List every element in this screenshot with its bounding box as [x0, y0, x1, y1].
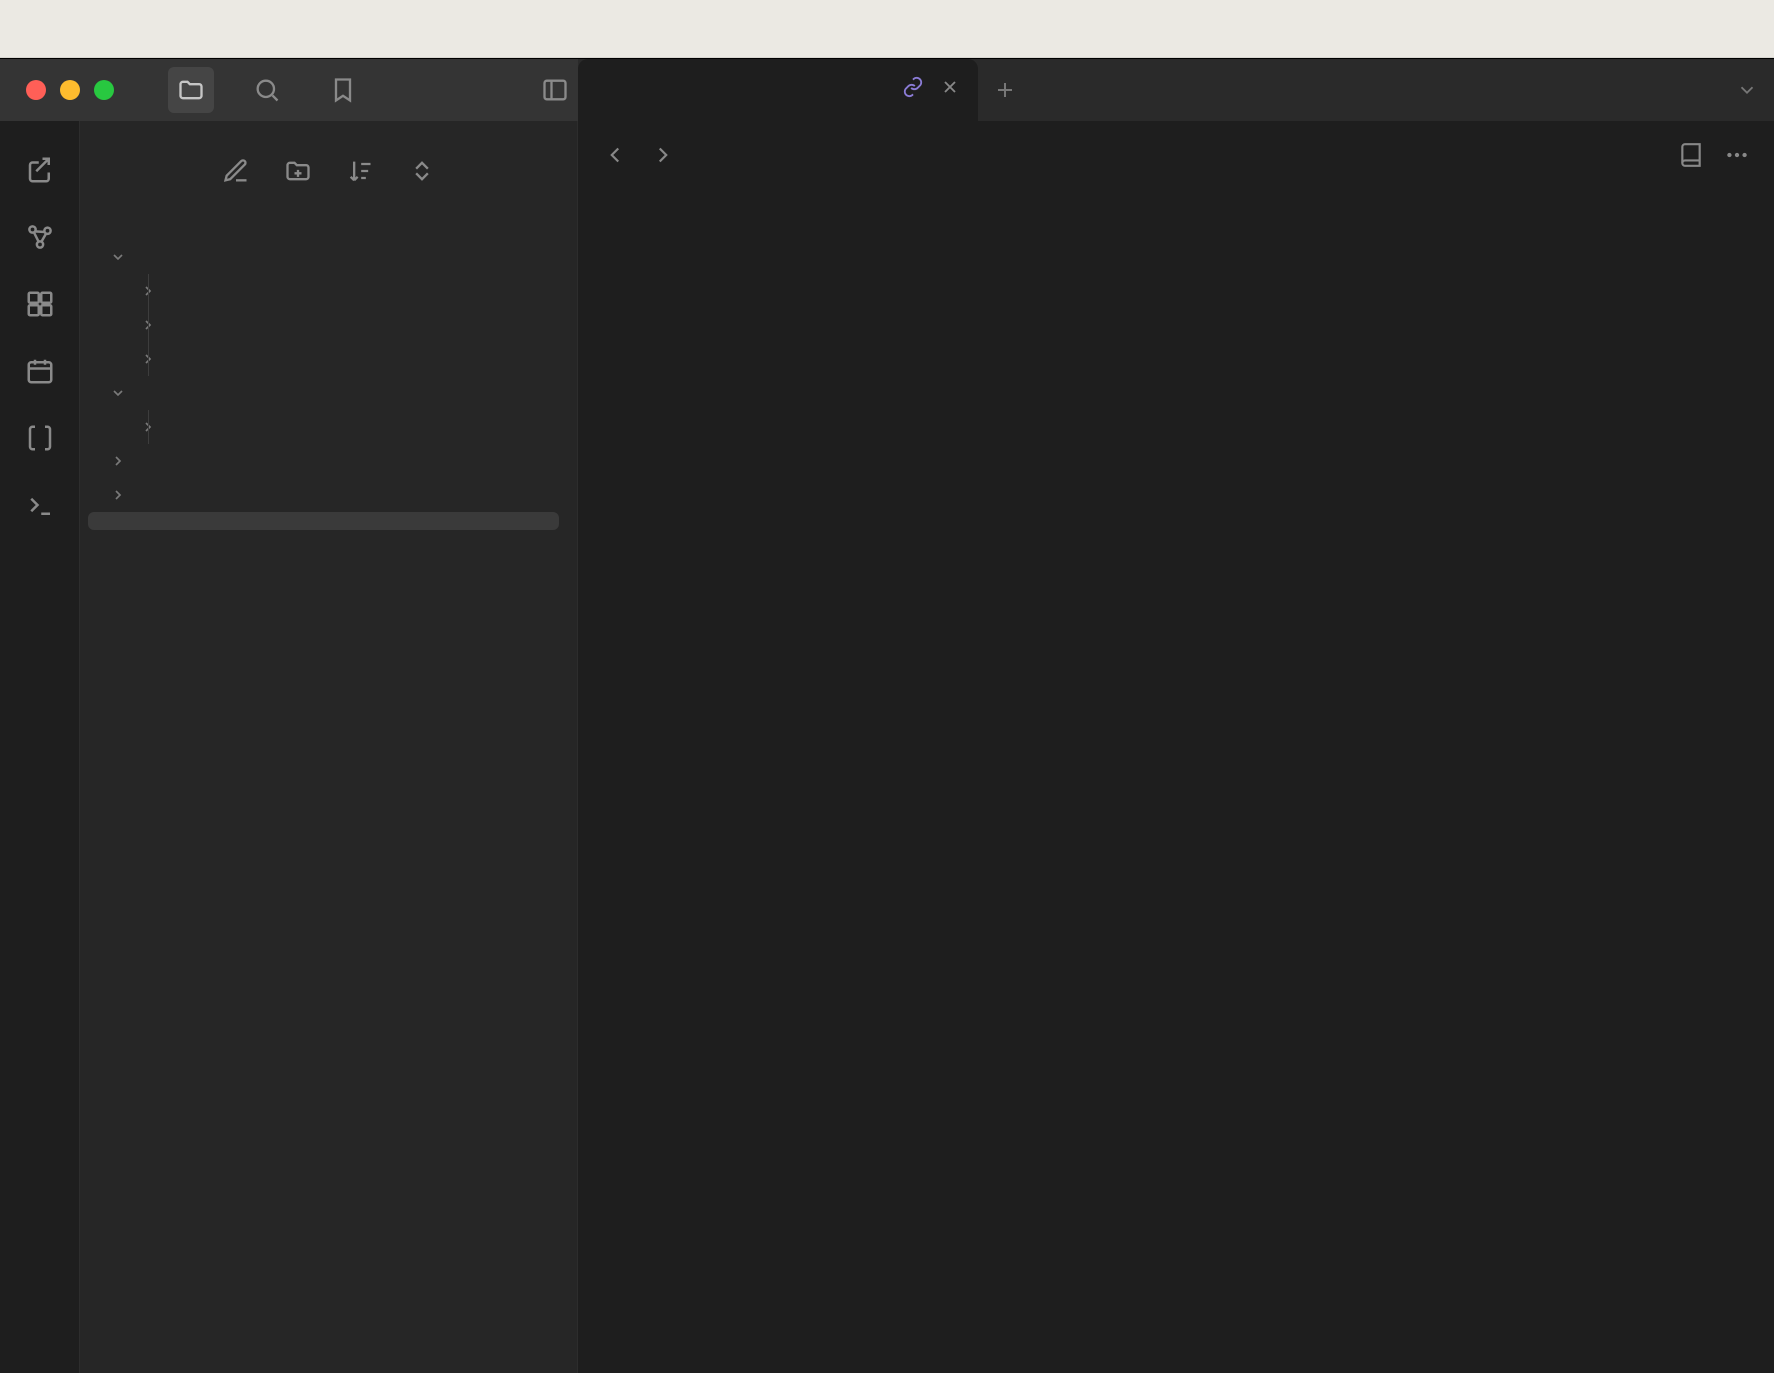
editor-header-actions: [1678, 142, 1750, 173]
tab-bar: [578, 59, 1774, 121]
chevron-right-icon: [138, 351, 158, 367]
window-maximize-button[interactable]: [94, 80, 114, 100]
tree-folder-groups[interactable]: [88, 308, 559, 342]
sidebar-action-row: [80, 141, 577, 216]
file-explorer-toggle-icon[interactable]: [168, 67, 214, 113]
tree-folder-campaigns[interactable]: [88, 274, 559, 308]
bookmark-icon[interactable]: [320, 67, 366, 113]
macos-menubar: [0, 0, 1774, 58]
editor-header: [578, 121, 1774, 193]
window-close-button[interactable]: [26, 80, 46, 100]
new-note-icon[interactable]: [222, 157, 250, 190]
tree-folder-cti[interactable]: [88, 240, 559, 274]
quick-switcher-icon[interactable]: [25, 155, 55, 190]
search-icon[interactable]: [244, 67, 290, 113]
tree-file-investigation[interactable]: [88, 512, 559, 530]
tree-file-mitre-attck[interactable]: [88, 530, 559, 548]
tree-folder-defenses[interactable]: [88, 376, 559, 410]
canvas-icon[interactable]: [25, 289, 55, 324]
graph-view-icon[interactable]: [25, 222, 55, 257]
editor-pane: [578, 121, 1774, 1373]
chevron-down-icon: [108, 249, 128, 265]
titlebar: [0, 59, 1774, 121]
more-options-icon[interactable]: [1724, 142, 1750, 173]
file-explorer-sidebar: [80, 121, 578, 1373]
chevron-right-icon: [138, 317, 158, 333]
tab-investigation[interactable]: [578, 59, 978, 121]
nav-back-icon[interactable]: [602, 142, 628, 173]
chevron-right-icon: [108, 453, 128, 469]
window-minimize-button[interactable]: [60, 80, 80, 100]
templates-icon[interactable]: [25, 423, 55, 458]
note-content[interactable]: [578, 193, 1774, 319]
obsidian-window: [0, 58, 1774, 1373]
tab-list-dropdown-icon[interactable]: [1720, 59, 1774, 121]
new-tab-button[interactable]: [978, 59, 1032, 121]
window-controls: [0, 59, 160, 121]
nav-forward-icon[interactable]: [650, 142, 676, 173]
reading-view-icon[interactable]: [1678, 142, 1704, 173]
tab-close-icon[interactable]: [940, 76, 960, 104]
left-ribbon: [0, 121, 80, 1373]
chevron-right-icon: [138, 283, 158, 299]
tree-folder-software[interactable]: [88, 342, 559, 376]
command-palette-icon[interactable]: [25, 490, 55, 525]
tree-folder-tactics[interactable]: [88, 444, 559, 478]
sidebar-top-actions: [160, 59, 578, 121]
new-folder-icon[interactable]: [284, 157, 312, 190]
chevron-down-icon: [108, 385, 128, 401]
vault-name[interactable]: [80, 216, 577, 240]
collapse-icon[interactable]: [408, 157, 436, 190]
linked-pane-icon[interactable]: [902, 76, 924, 105]
daily-note-icon[interactable]: [25, 356, 55, 391]
tree-folder-techniques[interactable]: [88, 478, 559, 512]
main-content: [0, 121, 1774, 1373]
file-tree: [80, 240, 577, 548]
chevron-right-icon: [138, 419, 158, 435]
chevron-right-icon: [108, 487, 128, 503]
sort-icon[interactable]: [346, 157, 374, 190]
tree-folder-mitigations[interactable]: [88, 410, 559, 444]
toggle-left-sidebar-icon[interactable]: [532, 67, 578, 113]
